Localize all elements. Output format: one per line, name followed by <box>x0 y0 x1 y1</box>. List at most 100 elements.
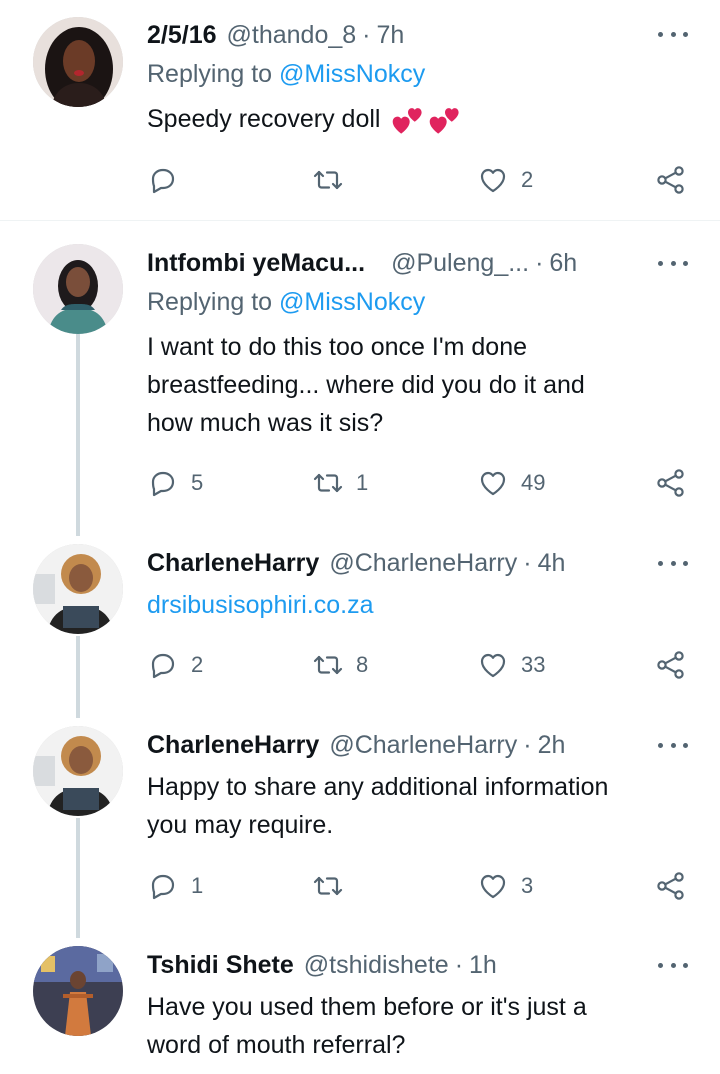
tweet[interactable]: 2/5/16 @thando_8 · 7h Replying to @MissN… <box>0 0 720 220</box>
reply-icon <box>147 164 179 196</box>
share-icon <box>655 164 687 196</box>
replying-to-label: Replying to <box>147 288 273 316</box>
display-name[interactable]: 2/5/16 <box>147 21 217 50</box>
share-button[interactable] <box>655 160 687 200</box>
timestamp[interactable]: 4h <box>538 549 566 578</box>
tweet[interactable]: CharleneHarry @CharleneHarry · 4h drsibu… <box>0 540 720 720</box>
tweet-text-line: I want to do this too once I'm done <box>147 333 528 361</box>
avatar[interactable] <box>33 726 123 816</box>
reply-count: 5 <box>191 470 204 495</box>
tweet-text-line: Have you used them before or it's just a <box>147 993 587 1021</box>
like-button[interactable]: 49 <box>477 463 545 503</box>
reply-button[interactable]: 1 <box>147 866 203 906</box>
tweet-text: drsibusisophiri.co.za <box>147 586 680 624</box>
user-handle[interactable]: @CharleneHarry <box>329 549 517 578</box>
like-icon <box>477 164 509 196</box>
tweet-actions: 5 1 49 <box>147 463 692 503</box>
user-handle[interactable]: @tshidishete <box>304 951 449 980</box>
tweet-actions: 1 3 <box>147 866 692 906</box>
avatar-image <box>33 946 123 1036</box>
two-hearts-emoji <box>430 108 459 134</box>
like-icon <box>477 467 509 499</box>
reply-button[interactable]: 5 <box>147 463 203 503</box>
user-handle[interactable]: @Puleng_... <box>391 249 529 278</box>
replying-to-label: Replying to <box>147 60 273 88</box>
retweet-button[interactable]: 8 <box>312 645 368 685</box>
avatar[interactable] <box>33 544 123 634</box>
like-button[interactable]: 2 <box>477 160 533 200</box>
reply-icon <box>147 467 179 499</box>
avatar[interactable] <box>33 17 123 107</box>
retweet-icon <box>312 649 344 681</box>
reply-count: 1 <box>191 873 204 898</box>
display-name[interactable]: Tshidi Shete <box>147 951 294 980</box>
display-name[interactable]: Intfombi yeMacu... <box>147 249 365 278</box>
like-count: 2 <box>521 167 534 192</box>
two-hearts-emoji <box>393 108 423 134</box>
tweet-actions: 2 <box>147 160 692 200</box>
tweet-text-line: word of mouth referral? <box>147 1031 406 1059</box>
like-button[interactable]: 3 <box>477 866 533 906</box>
like-button[interactable]: 33 <box>477 645 545 685</box>
replying-to: Replying to @MissNokcy <box>147 288 425 317</box>
replying-to: Replying to @MissNokcy <box>147 60 425 89</box>
tweet[interactable]: Intfombi yeMacu... @Puleng_... · 6h Repl… <box>0 220 720 540</box>
retweet-count: 1 <box>356 470 369 495</box>
display-name[interactable]: CharleneHarry <box>147 549 319 578</box>
like-icon <box>477 649 509 681</box>
avatar[interactable] <box>33 946 123 1036</box>
tweet-text-line: breastfeeding... where did you do it and <box>147 371 585 399</box>
like-count: 49 <box>521 470 546 495</box>
share-button[interactable] <box>655 463 687 503</box>
tweet-text-content: Speedy recovery doll <box>147 105 381 133</box>
like-count: 3 <box>521 873 534 898</box>
retweet-button[interactable] <box>312 160 344 200</box>
user-handle[interactable]: @thando_8 <box>227 21 357 50</box>
more-icon[interactable] <box>658 555 688 571</box>
tweet[interactable]: CharleneHarry @CharleneHarry · 2h Happy … <box>0 722 720 940</box>
share-button[interactable] <box>655 866 687 906</box>
more-icon[interactable] <box>658 255 688 271</box>
tweet-text-line: you may require. <box>147 811 334 839</box>
separator: · <box>523 730 532 759</box>
retweet-icon <box>312 870 344 902</box>
reply-button[interactable]: 2 <box>147 645 203 685</box>
reply-icon <box>147 870 179 902</box>
mention-link[interactable]: @MissNokcy <box>279 288 425 316</box>
tweet[interactable]: Tshidi Shete @tshidishete · 1h Have you … <box>0 942 720 1074</box>
avatar-image <box>33 17 123 107</box>
reply-icon <box>147 649 179 681</box>
avatar-image <box>33 244 123 334</box>
share-button[interactable] <box>655 645 687 685</box>
retweet-count: 8 <box>356 652 369 677</box>
display-name[interactable]: CharleneHarry <box>147 731 319 760</box>
avatar-image <box>33 544 123 634</box>
separator: · <box>362 20 371 49</box>
reply-count: 2 <box>191 652 204 677</box>
reply-button[interactable] <box>147 160 179 200</box>
more-icon[interactable] <box>658 737 688 753</box>
tweet-text-line: how much was it sis? <box>147 409 384 437</box>
timestamp[interactable]: 1h <box>469 951 497 980</box>
avatar[interactable] <box>33 244 123 334</box>
avatar-image <box>33 726 123 816</box>
share-icon <box>655 649 687 681</box>
retweet-icon <box>312 164 344 196</box>
separator: · <box>454 950 464 979</box>
mention-link[interactable]: @MissNokcy <box>279 60 425 88</box>
retweet-button[interactable] <box>312 866 344 906</box>
timestamp[interactable]: 7h <box>377 21 405 50</box>
timestamp[interactable]: 6h <box>549 249 577 278</box>
user-handle[interactable]: @CharleneHarry <box>329 731 517 760</box>
tweet-link[interactable]: drsibusisophiri.co.za <box>147 591 374 619</box>
timestamp[interactable]: 2h <box>538 731 566 760</box>
tweet-text: Speedy recovery doll <box>147 100 680 138</box>
retweet-icon <box>312 467 344 499</box>
like-count: 33 <box>521 652 546 677</box>
retweet-button[interactable]: 1 <box>312 463 368 503</box>
tweet-text: Happy to share any additional informatio… <box>147 768 680 844</box>
tweet-text: Have you used them before or it's just a… <box>147 988 680 1064</box>
like-icon <box>477 870 509 902</box>
more-icon[interactable] <box>658 957 688 973</box>
more-icon[interactable] <box>658 26 688 42</box>
